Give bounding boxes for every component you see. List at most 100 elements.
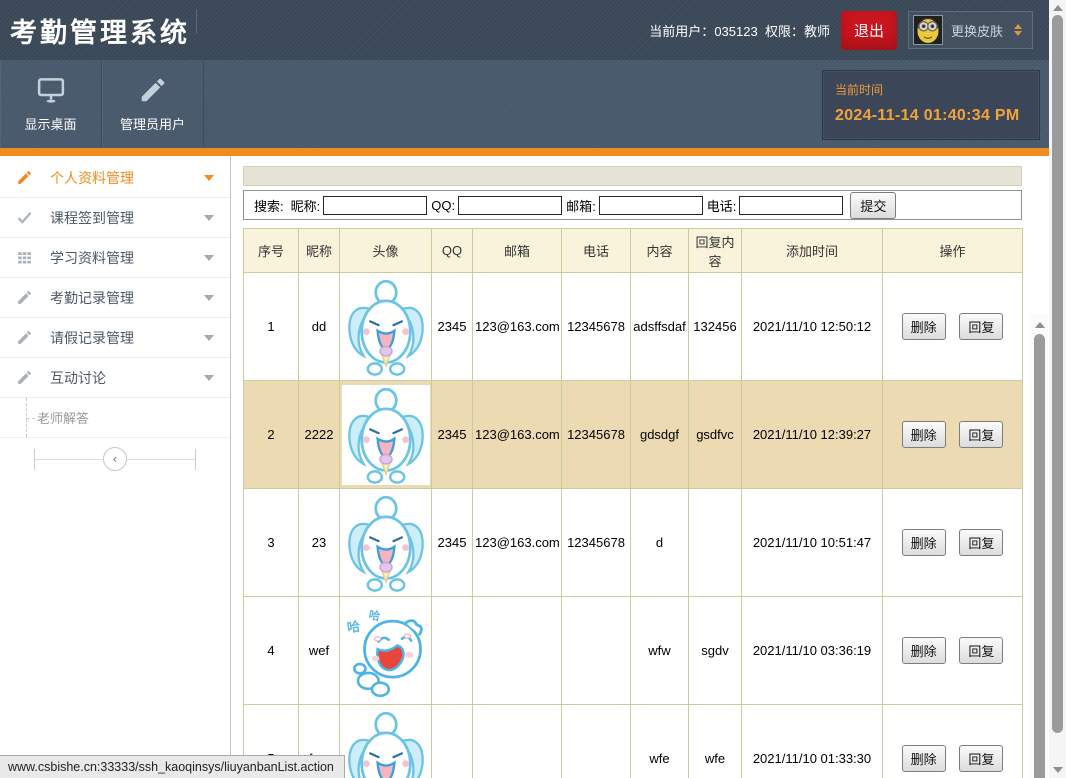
cell-no: 2 xyxy=(244,381,299,489)
sidebar-subitem-label: 老师解答 xyxy=(37,408,89,427)
cell-content: wfw xyxy=(631,597,689,705)
browser-scroll-up-arrow-icon[interactable] xyxy=(1053,5,1063,11)
sidebar-item-study-material[interactable]: 学习资料管理 xyxy=(0,238,230,278)
status-bar-url: www.csbishe.cn:33333/ssh_kaoqinsys/liuya… xyxy=(0,755,345,778)
cell-qq: 2345 xyxy=(432,489,473,597)
cell-qq: 2345 xyxy=(432,273,473,381)
content-scroll-up-arrow-icon[interactable] xyxy=(1035,322,1045,328)
reply-button[interactable]: 回复 xyxy=(959,637,1003,664)
sidebar-item-attendance-records[interactable]: 考勤记录管理 xyxy=(0,278,230,318)
browser-scrollbar[interactable] xyxy=(1049,0,1066,778)
sidebar-item-discussion[interactable]: 互动讨论 xyxy=(0,358,230,398)
sidebar-submenu: 老师解答 xyxy=(0,398,230,438)
reply-button[interactable]: 回复 xyxy=(959,421,1003,448)
sidebar-item-course-signin[interactable]: 课程签到管理 xyxy=(0,198,230,238)
cell-qq: 2345 xyxy=(432,381,473,489)
accent-strip xyxy=(0,148,1049,156)
sidebar-item-label: 个人资料管理 xyxy=(50,168,134,188)
toolbar: 显示桌面 管理员用户 当前时间 2024-11-14 01:40:34 PM xyxy=(0,60,1049,148)
search-field-label-email: 邮箱: xyxy=(566,196,596,215)
reply-button[interactable]: 回复 xyxy=(959,313,1003,340)
delete-button[interactable]: 删除 xyxy=(902,421,946,448)
cell-time: 2021/11/10 12:39:27 xyxy=(742,381,883,489)
toolbar-item-label: 管理员用户 xyxy=(120,114,185,133)
current-user-value: 035123 xyxy=(714,24,757,39)
cell-nick: wef xyxy=(299,597,340,705)
sidebar-collapse-button[interactable]: ‹ xyxy=(103,447,127,471)
cell-content: d xyxy=(631,489,689,597)
cell-phone: 12345678 xyxy=(562,273,631,381)
cell-avatar xyxy=(340,489,432,597)
cell-qq xyxy=(432,597,473,705)
avatar-laughing-image xyxy=(344,602,428,700)
collapse-tick-right xyxy=(195,449,196,470)
sidebar-item-label: 学习资料管理 xyxy=(50,248,134,268)
sidebar-collapse-bar: ‹ xyxy=(0,438,230,482)
chevron-down-icon xyxy=(204,295,214,301)
reply-button[interactable]: 回复 xyxy=(959,745,1003,772)
records-table: 序号昵称头像QQ邮箱电话内容回复内容添加时间操作 1 dd 2345 123@1… xyxy=(243,228,1023,778)
sidebar-item-leave-records[interactable]: 请假记录管理 xyxy=(0,318,230,358)
table-row: 2 2222 2345 123@163.com 12345678 gdsdgf … xyxy=(244,381,1023,489)
main-area: 个人资料管理 课程签到管理 学习资料管理 考勤记录管理 请假记录管理 互动讨论 … xyxy=(0,156,1049,778)
content-scrollbar[interactable] xyxy=(1031,314,1048,778)
delete-button[interactable]: 删除 xyxy=(902,313,946,340)
column-header-8: 添加时间 xyxy=(742,229,883,273)
sidebar-item-label: 课程签到管理 xyxy=(50,208,134,228)
skin-spinner-arrows-icon[interactable] xyxy=(1014,24,1022,36)
chevron-down-icon xyxy=(204,175,214,181)
search-field-label-nick: 昵称: xyxy=(291,196,321,215)
logout-button[interactable]: 退出 xyxy=(841,11,897,50)
avatar-crying-image xyxy=(344,494,428,592)
pencil-icon xyxy=(16,169,33,186)
search-fields: 昵称: QQ: 邮箱: 电话: xyxy=(287,196,844,215)
sidebar-subitem-teacher-answer[interactable]: 老师解答 xyxy=(0,398,230,438)
table-row: 5 few wfe wfe 2021/11/10 01:33:30 删除 回复 xyxy=(244,705,1023,778)
cell-email: 123@163.com xyxy=(473,489,562,597)
cell-phone xyxy=(562,597,631,705)
cell-avatar xyxy=(340,705,432,778)
toolbar-item-show-desktop[interactable]: 显示桌面 xyxy=(0,60,102,148)
submit-button[interactable]: 提交 xyxy=(850,192,896,219)
current-user-label: 当前用户： xyxy=(649,24,714,39)
permission-value: 教师 xyxy=(804,24,830,39)
cell-reply: gsdfvc xyxy=(689,381,742,489)
cell-no: 4 xyxy=(244,597,299,705)
search-field-label-qq: QQ: xyxy=(431,198,455,213)
avatar-crying-image xyxy=(344,386,428,484)
browser-scrollbar-thumb[interactable] xyxy=(1052,15,1063,733)
page-title: 考勤管理系统 xyxy=(10,11,190,50)
column-header-5: 电话 xyxy=(562,229,631,273)
pencil-icon xyxy=(16,289,33,306)
delete-button[interactable]: 删除 xyxy=(902,529,946,556)
browser-scroll-down-arrow-icon[interactable] xyxy=(1053,767,1063,773)
pencil-icon xyxy=(16,329,33,346)
search-input-email[interactable] xyxy=(599,196,703,215)
sidebar-item-personal-profile[interactable]: 个人资料管理 xyxy=(0,158,230,198)
delete-button[interactable]: 删除 xyxy=(902,745,946,772)
column-header-7: 回复内容 xyxy=(689,229,742,273)
change-skin-control[interactable]: 更换皮肤 xyxy=(908,11,1033,49)
delete-button[interactable]: 删除 xyxy=(902,637,946,664)
search-input-phone[interactable] xyxy=(739,196,843,215)
change-skin-label: 更换皮肤 xyxy=(951,21,1003,40)
search-input-qq[interactable] xyxy=(458,196,562,215)
pencil-icon xyxy=(138,75,168,105)
collapse-tick-left xyxy=(34,449,35,470)
cell-email xyxy=(473,705,562,778)
cell-actions: 删除 回复 xyxy=(883,381,1023,489)
attendance-management-app: 考勤管理系统 当前用户：035123 权限：教师 退出 更换皮肤 显示桌面 管理… xyxy=(0,0,1066,778)
cell-actions: 删除 回复 xyxy=(883,597,1023,705)
toolbar-item-admin-user[interactable]: 管理员用户 xyxy=(102,60,204,148)
column-header-3: QQ xyxy=(432,229,473,273)
cell-phone: 12345678 xyxy=(562,381,631,489)
cell-time: 2021/11/10 10:51:47 xyxy=(742,489,883,597)
content-scrollbar-thumb[interactable] xyxy=(1034,334,1045,778)
cell-reply: wfe xyxy=(689,705,742,778)
cell-content: adsffsdaf xyxy=(631,273,689,381)
reply-button[interactable]: 回复 xyxy=(959,529,1003,556)
cell-time: 2021/11/10 01:33:30 xyxy=(742,705,883,778)
current-time-label: 当前时间 xyxy=(835,81,1027,98)
cell-nick: 23 xyxy=(299,489,340,597)
search-input-nick[interactable] xyxy=(323,196,427,215)
